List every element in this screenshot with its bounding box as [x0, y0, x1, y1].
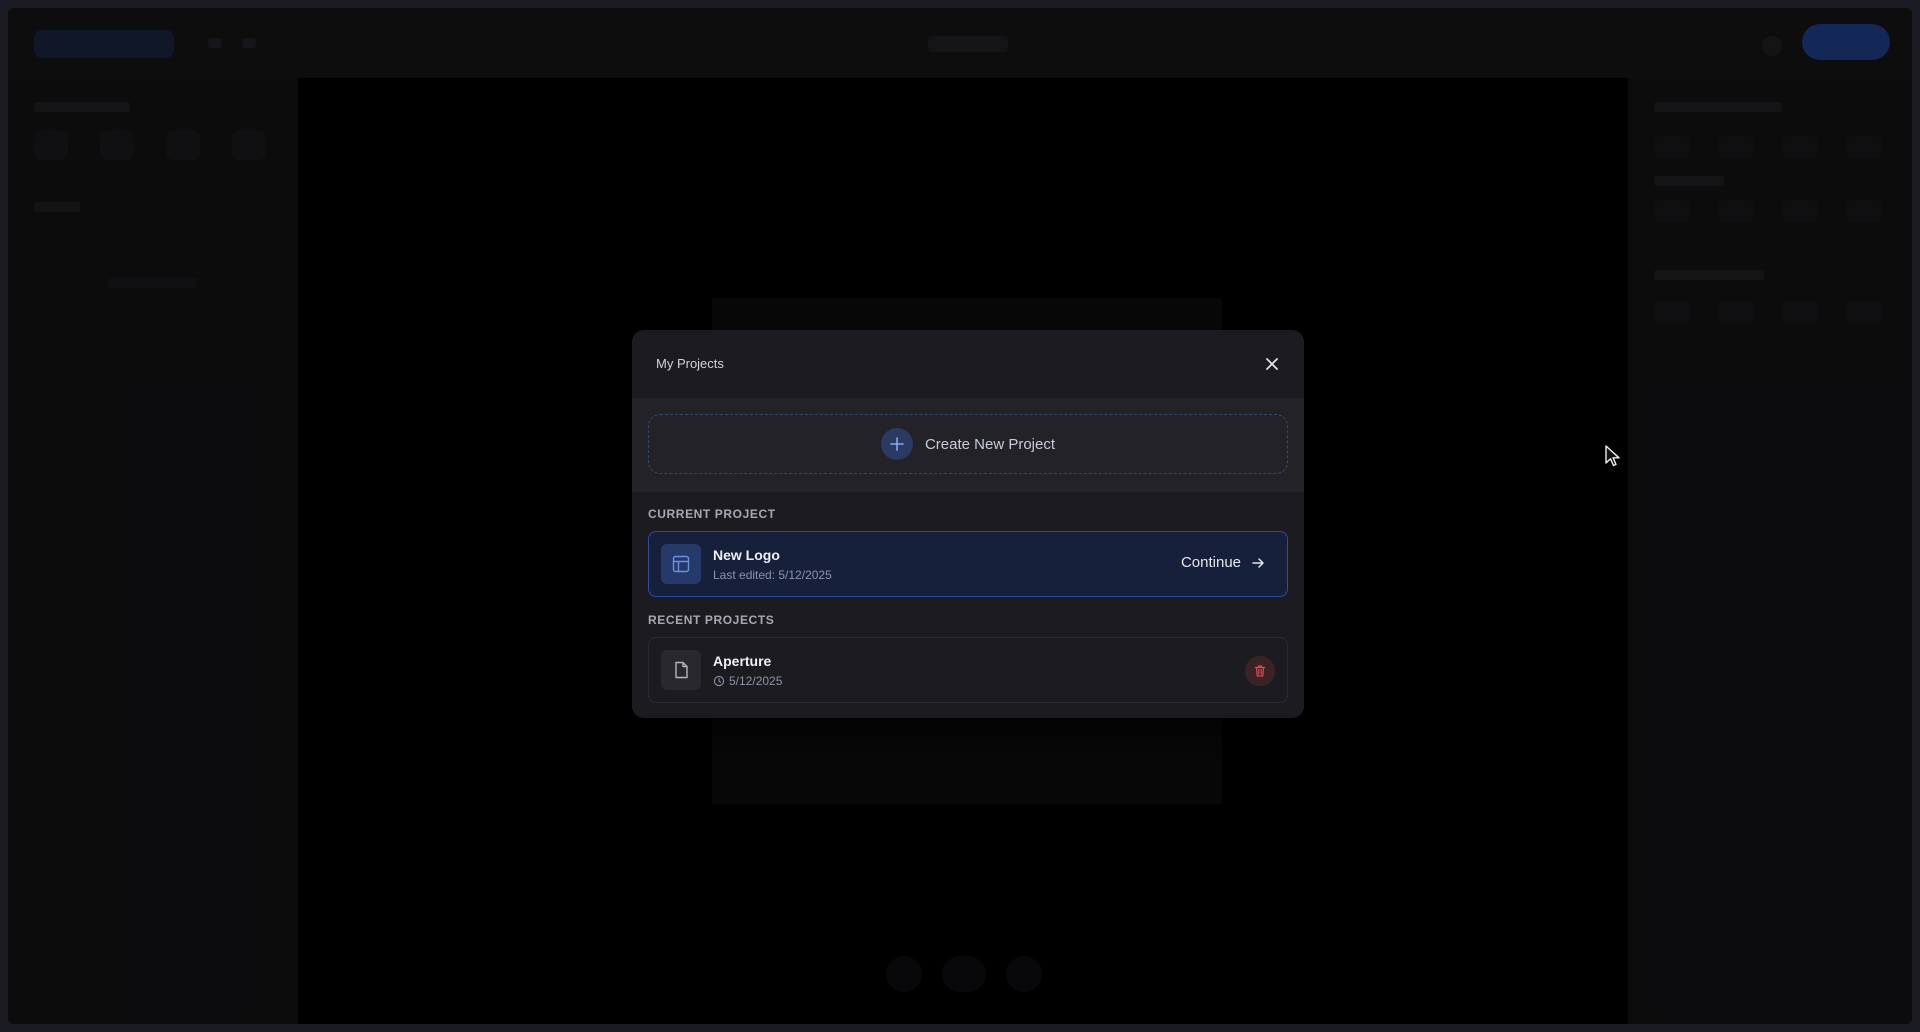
trash-icon [1254, 665, 1266, 677]
clock-icon [713, 675, 725, 687]
dialog-header: My Projects [632, 330, 1304, 398]
continue-button[interactable]: Continue [1181, 554, 1265, 571]
current-project-name: New Logo [713, 547, 780, 563]
my-projects-dialog: My Projects Create New Project CURRENT P… [632, 330, 1304, 718]
create-section: Create New Project [632, 398, 1304, 492]
recent-project-item[interactable]: Aperture 5/12/2025 [648, 637, 1288, 703]
recent-project-name: Aperture [713, 653, 772, 669]
close-icon [1266, 358, 1278, 370]
create-new-project-button[interactable]: Create New Project [648, 414, 1288, 474]
arrow-right-icon [1252, 557, 1264, 568]
mouse-cursor-icon [1605, 445, 1620, 467]
dialog-title: My Projects [656, 356, 724, 371]
continue-label: Continue [1180, 554, 1241, 571]
recent-project-date: 5/12/2025 [729, 674, 783, 688]
recent-projects-heading: RECENT PROJECTS [648, 613, 775, 627]
recent-project-date-row: 5/12/2025 [713, 674, 782, 688]
create-new-project-label: Create New Project [924, 435, 1056, 453]
app-window: My Projects Create New Project CURRENT P… [8, 8, 1912, 1024]
last-edited-text: Last edited: 5/12/2025 [713, 568, 832, 582]
current-project-last-edited: Last edited: 5/12/2025 [713, 568, 832, 582]
current-project-heading: CURRENT PROJECT [648, 507, 776, 521]
file-icon [661, 650, 701, 690]
layout-icon [661, 544, 701, 584]
delete-project-button[interactable] [1245, 656, 1275, 686]
close-button[interactable] [1262, 354, 1282, 374]
plus-icon [880, 428, 913, 460]
current-project-card[interactable]: New Logo Last edited: 5/12/2025 Continue [648, 531, 1288, 597]
